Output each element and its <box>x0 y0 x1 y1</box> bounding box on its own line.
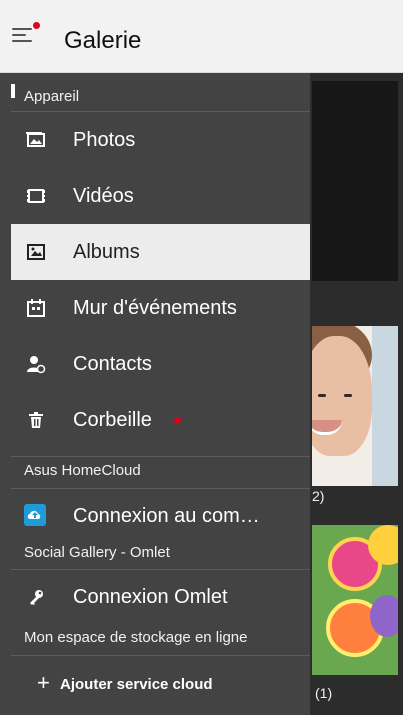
add-cloud-service-label: Ajouter service cloud <box>60 676 213 693</box>
thumbnail-caption: (1) <box>315 685 333 701</box>
drawer-item-homecloud-connect[interactable]: Connexion au com… <box>11 488 310 544</box>
hamburger-menu-icon[interactable] <box>12 28 32 44</box>
navigation-drawer: Appareil Photos Vidéos Albums Mur d'évén… <box>0 72 310 715</box>
events-icon <box>26 298 46 318</box>
app-bar: Galerie <box>0 0 403 72</box>
drawer-item-albums[interactable]: Albums <box>11 224 310 280</box>
section-label: Appareil <box>24 88 80 105</box>
thumbnail-cupcakes[interactable] <box>312 525 398 675</box>
drawer-item-label: Corbeille <box>73 409 152 431</box>
app-title: Galerie <box>64 27 142 54</box>
plus-icon: + <box>37 670 50 695</box>
albums-icon <box>26 242 46 262</box>
drawer-item-label: Albums <box>73 241 140 263</box>
section-header-appareil: Appareil <box>0 72 310 112</box>
drawer-item-trash[interactable]: Corbeille <box>11 392 310 448</box>
trash-notification-dot <box>174 417 181 424</box>
drawer-item-omlet-connect[interactable]: Connexion Omlet <box>11 569 310 625</box>
section-header-storage: Mon espace de stockage en ligne <box>24 629 248 646</box>
thumbnail-dark[interactable] <box>312 81 398 281</box>
drawer-item-label: Mur d'événements <box>73 297 237 319</box>
cloud-icon <box>24 504 46 526</box>
drawer-item-videos[interactable]: Vidéos <box>11 168 310 224</box>
notification-dot <box>33 22 40 29</box>
drawer-item-label: Connexion Omlet <box>73 586 228 608</box>
divider <box>11 456 310 457</box>
add-cloud-service-button[interactable]: + Ajouter service cloud <box>11 656 310 715</box>
key-icon <box>26 587 46 607</box>
photos-icon <box>26 130 46 150</box>
section-marker <box>11 84 15 98</box>
videos-icon <box>26 186 46 206</box>
drawer-item-label: Contacts <box>73 353 152 375</box>
drawer-item-events[interactable]: Mur d'événements <box>11 280 310 336</box>
section-header-homecloud: Asus HomeCloud <box>24 462 141 479</box>
thumbnail-caption: 2) <box>312 488 325 504</box>
thumbnail-portrait[interactable] <box>312 326 398 486</box>
contacts-icon <box>26 354 46 374</box>
drawer-item-label: Connexion au com… <box>73 505 260 527</box>
drawer-item-photos[interactable]: Photos <box>11 112 310 168</box>
drawer-item-label: Vidéos <box>73 185 134 207</box>
section-header-omlet: Social Gallery - Omlet <box>24 544 170 561</box>
trash-icon <box>26 410 46 430</box>
drawer-item-contacts[interactable]: Contacts <box>11 336 310 392</box>
drawer-item-label: Photos <box>73 129 136 151</box>
